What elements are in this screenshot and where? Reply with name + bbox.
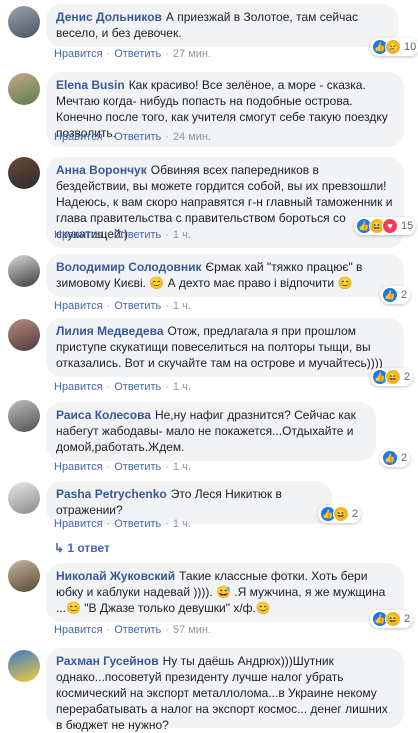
avatar[interactable]: [8, 6, 40, 38]
reply-link[interactable]: Ответить: [114, 518, 161, 530]
comment-author[interactable]: Николай Жуковский: [56, 569, 175, 583]
reaction-count: 2: [401, 452, 408, 464]
like-link[interactable]: Нравится: [54, 518, 103, 530]
comment-bubble: Лилия Медведева Отож, предлагала я при пр…: [46, 318, 404, 377]
reaction-summary[interactable]: 👍 😆 2: [318, 505, 362, 523]
reply-link[interactable]: Ответить: [114, 229, 161, 241]
avatar[interactable]: [8, 73, 40, 105]
like-link[interactable]: Нравится: [54, 48, 103, 60]
comment-author[interactable]: Рахман Гусейнов: [56, 654, 159, 668]
comment-bubble: Раиса Колесова Не,ну нафиг дразнится? Сей…: [46, 402, 376, 461]
love-reaction-icon: ♥: [382, 218, 398, 234]
reaction-count: 2: [404, 613, 411, 625]
reaction-count: 15: [401, 220, 414, 232]
comment-author[interactable]: Лилия Медведева: [56, 324, 164, 338]
like-reaction-icon: 👍: [382, 287, 398, 303]
comment-meta: Нравится · Ответить · 24 мин.: [54, 131, 212, 143]
avatar[interactable]: [8, 482, 40, 514]
like-link[interactable]: Нравится: [54, 624, 103, 636]
like-link[interactable]: Нравится: [54, 229, 103, 241]
view-replies-link[interactable]: ↳ 1 ответ: [54, 541, 110, 555]
avatar[interactable]: [8, 650, 40, 682]
comment-meta: Нравится · Ответить · 57 мин.: [54, 624, 212, 636]
reply-arrow-icon: ↳: [54, 541, 68, 555]
reaction-summary[interactable]: 👍 😆 ♥ 15: [354, 217, 417, 235]
avatar[interactable]: [8, 157, 40, 189]
comment-author[interactable]: Elena Busin: [56, 78, 125, 92]
reaction-count: 10: [404, 41, 417, 53]
avatar[interactable]: [8, 560, 40, 592]
replies-count: 1 ответ: [67, 541, 110, 555]
reaction-summary[interactable]: 👍 2: [380, 286, 411, 304]
haha-reaction-icon: 😆: [385, 611, 401, 627]
comment-meta: Нравится · Ответить · 1 ч.: [54, 518, 191, 530]
comment-meta: Нравится · Ответить · 1 ч.: [54, 381, 191, 393]
comment-author[interactable]: Pasha Petrychenko: [56, 487, 167, 501]
comment-bubble: Николай Жуковский Такие классные фотки. Х…: [46, 563, 404, 622]
comment-meta: Нравится · Ответить · 1 ч.: [54, 300, 191, 312]
comment-time[interactable]: 1 ч.: [173, 381, 191, 393]
reply-link[interactable]: Ответить: [114, 131, 161, 143]
comment-author[interactable]: Денис Дольников: [56, 10, 162, 24]
comment-time[interactable]: 27 мин.: [173, 48, 211, 60]
comment-time[interactable]: 57 мин.: [173, 624, 211, 636]
haha-reaction-icon: 😆: [385, 369, 401, 385]
comment-meta: Нравится · Ответить · 1 ч.: [54, 229, 191, 241]
like-reaction-icon: 👍: [382, 450, 398, 466]
comment-author[interactable]: Раиса Колесова: [56, 408, 151, 422]
like-link[interactable]: Нравится: [54, 131, 103, 143]
reaction-summary[interactable]: 👍 😆 2: [370, 610, 414, 628]
reaction-count: 2: [404, 371, 411, 383]
comment-author[interactable]: Анна Ворончук: [56, 163, 147, 177]
comment-time[interactable]: 24 мин.: [173, 131, 211, 143]
reply-link[interactable]: Ответить: [114, 461, 161, 473]
reaction-count: 2: [401, 289, 408, 301]
comment-bubble: Денис Дольников А приезжай в Золотое, там…: [46, 4, 398, 47]
like-link[interactable]: Нравится: [54, 300, 103, 312]
comment-author[interactable]: Володимир Солодовник: [56, 260, 202, 274]
comment-meta: Нравится · Ответить · 27 мин.: [54, 48, 212, 60]
comment-time[interactable]: 1 ч.: [173, 518, 191, 530]
avatar[interactable]: [8, 400, 40, 432]
comment-time[interactable]: 1 ч.: [173, 229, 191, 241]
haha-reaction-icon: 😆: [333, 506, 349, 522]
comment-bubble: Рахман Гусейнов Ну ты даёшь Андрюх)))Шутн…: [46, 648, 404, 732]
reply-link[interactable]: Ответить: [114, 381, 161, 393]
comment-bubble: Володимир Солодовник Єрмак хай "тяжко пра…: [46, 254, 404, 297]
reply-link[interactable]: Ответить: [114, 300, 161, 312]
reaction-summary[interactable]: 👍 2: [380, 449, 411, 467]
comment-meta: Нравится · Ответить · 1 ч.: [54, 461, 191, 473]
comment-time[interactable]: 1 ч.: [173, 461, 191, 473]
reaction-summary[interactable]: 👍 😆 2: [370, 368, 414, 386]
avatar[interactable]: [8, 255, 40, 287]
sad-reaction-icon: 😢: [385, 39, 401, 55]
comment-time[interactable]: 1 ч.: [173, 300, 191, 312]
avatar[interactable]: [8, 319, 40, 351]
like-link[interactable]: Нравится: [54, 461, 103, 473]
reply-link[interactable]: Ответить: [114, 624, 161, 636]
like-link[interactable]: Нравится: [54, 381, 103, 393]
reply-link[interactable]: Ответить: [114, 48, 161, 60]
reaction-count: 2: [352, 508, 359, 520]
reaction-summary[interactable]: 👍 😢 10: [370, 38, 418, 56]
